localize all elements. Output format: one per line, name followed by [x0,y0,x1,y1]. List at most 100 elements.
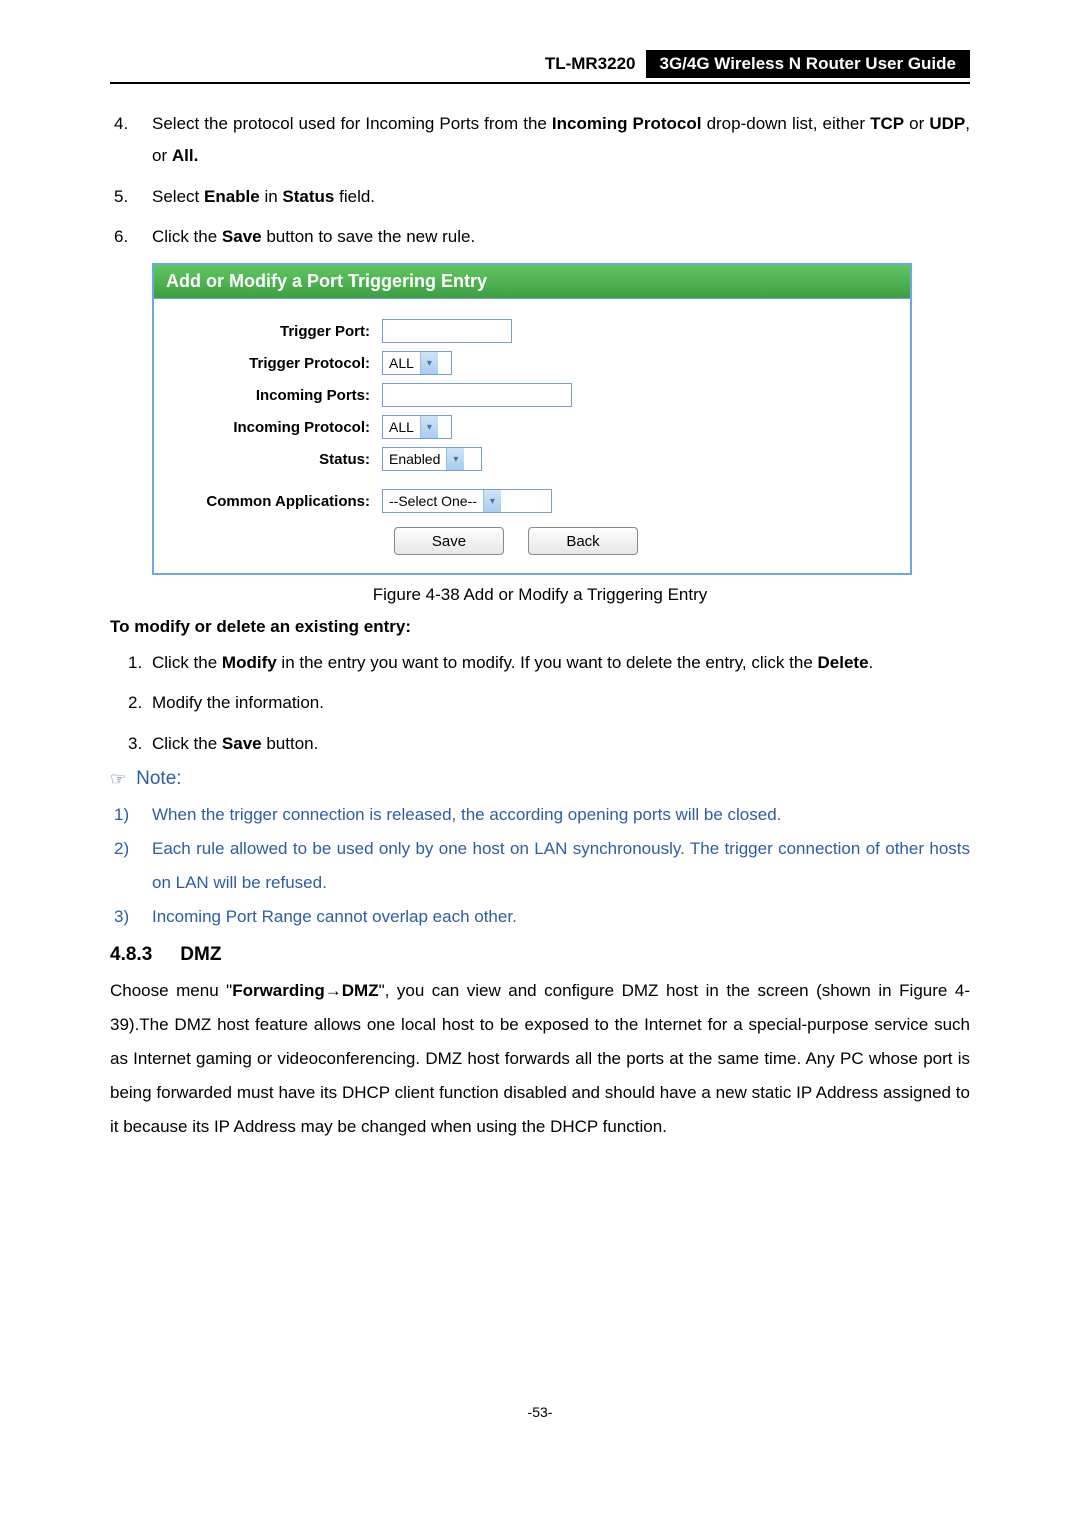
step-number: 4. [110,108,152,173]
text: Choose menu " [110,981,232,1000]
status-select[interactable]: Enabled ▾ [382,447,482,471]
section-paragraph: Choose menu "Forwarding→DMZ", you can vi… [110,974,970,1144]
step-5: 5. Select Enable in Status field. [110,181,970,213]
text: . [869,653,874,672]
row-incoming-protocol: Incoming Protocol: ALL ▾ [172,415,892,439]
pointer-icon: ☞ [110,769,126,790]
model-label: TL-MR3220 [545,54,646,74]
text-bold: Save [222,734,262,753]
save-button[interactable]: Save [394,527,504,555]
section-number: 4.8.3 [110,944,152,966]
text: ", you can view and configure DMZ host i… [110,981,970,1136]
panel-body: Trigger Port: Trigger Protocol: ALL ▾ In… [154,299,910,573]
note-item-2: 2) Each rule allowed to be used only by … [110,832,970,900]
text-bold: Incoming Protocol [552,114,702,133]
back-button[interactable]: Back [528,527,638,555]
text-bold: All. [172,146,198,165]
text: Click the [152,734,222,753]
text: Select [152,187,204,206]
note-label: Note: [136,768,181,790]
text: drop-down list, either [702,114,871,133]
text: button to save the new rule. [262,227,476,246]
step-text: Click the Save button. [152,728,970,760]
row-incoming-ports: Incoming Ports: [172,383,892,407]
text-bold: Save [222,227,262,246]
chevron-down-icon: ▾ [420,352,438,374]
note-heading: ☞ Note: [110,768,970,790]
label-incoming-protocol: Incoming Protocol: [172,419,382,436]
note-number: 2) [110,832,152,900]
row-trigger-protocol: Trigger Protocol: ALL ▾ [172,351,892,375]
text-bold: Enable [204,187,260,206]
note-text: When the trigger connection is released,… [152,798,970,832]
label-status: Status: [172,451,382,468]
select-value: --Select One-- [383,493,483,509]
page-number: -53- [110,1404,970,1420]
arrow-icon: → [325,981,342,1000]
text-bold: Forwarding [232,981,325,1000]
step-number: 2. [110,687,152,719]
select-value: ALL [383,355,420,371]
chevron-down-icon: ▾ [446,448,464,470]
panel-button-row: Save Back [172,527,892,555]
page-header: TL-MR3220 3G/4G Wireless N Router User G… [110,50,970,78]
step-number: 1. [110,647,152,679]
text-bold: Delete [818,653,869,672]
step-6: 6. Click the Save button to save the new… [110,221,970,253]
text-bold: Modify [222,653,277,672]
text-bold: UDP [929,114,965,133]
text: in the entry you want to modify. If you … [277,653,818,672]
text: or [904,114,929,133]
doc-title: 3G/4G Wireless N Router User Guide [646,50,971,78]
select-value: ALL [383,419,420,435]
text: in [260,187,283,206]
section-heading: 4.8.3 DMZ [110,944,970,966]
text-bold: Status [282,187,334,206]
chevron-down-icon: ▾ [483,490,501,512]
step-number: 5. [110,181,152,213]
figure-caption: Figure 4-38 Add or Modify a Triggering E… [110,585,970,605]
label-common-apps: Common Applications: [172,493,382,510]
step-number: 6. [110,221,152,253]
panel-title: Add or Modify a Port Triggering Entry [154,265,910,299]
note-item-3: 3) Incoming Port Range cannot overlap ea… [110,900,970,934]
step-text: Click the Modify in the entry you want t… [152,647,970,679]
note-item-1: 1) When the trigger connection is releas… [110,798,970,832]
step-b-2: 2. Modify the information. [110,687,970,719]
port-triggering-panel: Add or Modify a Port Triggering Entry Tr… [152,263,912,575]
step-4: 4. Select the protocol used for Incoming… [110,108,970,173]
incoming-ports-input[interactable] [382,383,572,407]
common-apps-select[interactable]: --Select One-- ▾ [382,489,552,513]
modify-delete-heading: To modify or delete an existing entry: [110,617,970,637]
text-bold: TCP [870,114,904,133]
step-text: Select Enable in Status field. [152,181,970,213]
label-incoming-ports: Incoming Ports: [172,387,382,404]
text: Select the protocol used for Incoming Po… [152,114,552,133]
label-trigger-protocol: Trigger Protocol: [172,355,382,372]
step-b-1: 1. Click the Modify in the entry you wan… [110,647,970,679]
text: Click the [152,653,222,672]
label-trigger-port: Trigger Port: [172,323,382,340]
note-text: Incoming Port Range cannot overlap each … [152,900,970,934]
row-common-apps: Common Applications: --Select One-- ▾ [172,489,892,513]
note-text: Each rule allowed to be used only by one… [152,832,970,900]
text-bold: DMZ [342,981,379,1000]
header-rule [110,82,970,84]
step-text: Select the protocol used for Incoming Po… [152,108,970,173]
step-number: 3. [110,728,152,760]
row-trigger-port: Trigger Port: [172,319,892,343]
trigger-protocol-select[interactable]: ALL ▾ [382,351,452,375]
select-value: Enabled [383,451,446,467]
step-text: Modify the information. [152,687,970,719]
step-text: Click the Save button to save the new ru… [152,221,970,253]
section-title: DMZ [180,944,221,965]
row-status: Status: Enabled ▾ [172,447,892,471]
text: field. [334,187,375,206]
note-number: 1) [110,798,152,832]
chevron-down-icon: ▾ [420,416,438,438]
text: button. [262,734,319,753]
figure-4-38: Add or Modify a Port Triggering Entry Tr… [152,263,970,575]
incoming-protocol-select[interactable]: ALL ▾ [382,415,452,439]
text: Click the [152,227,222,246]
trigger-port-input[interactable] [382,319,512,343]
